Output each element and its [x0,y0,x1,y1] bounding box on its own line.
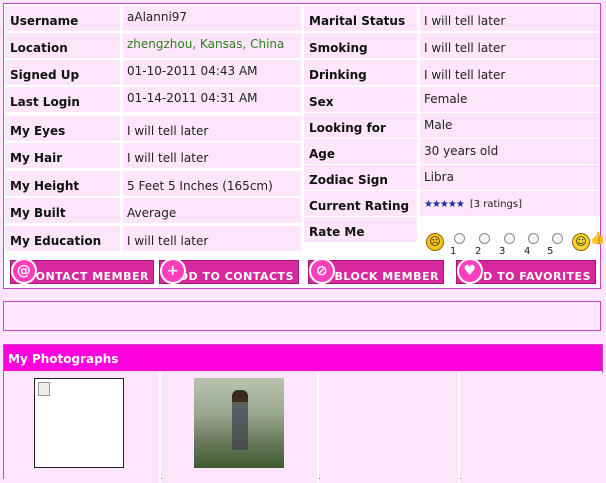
value-zodiac-sign: Libra [420,165,600,190]
rate-label-5: 5 [547,246,554,257]
rating-count: [3 ratings] [469,199,523,210]
value-marital-status: I will tell later [420,6,600,31]
label-sex: Sex [304,87,417,112]
value-hair: I will tell later [123,143,301,168]
label-hair: My Hair [5,143,120,168]
label-drinking: Drinking [304,60,417,85]
label-zodiac-sign: Zodiac Sign [304,165,417,190]
value-eyes: I will tell later [123,116,301,141]
block-member-button[interactable]: ⊘ BLOCK MEMBER [308,258,444,284]
label-marital-status: Marital Status [304,6,417,31]
label-signed-up: Signed Up [5,60,120,85]
block-icon: ⊘ [309,258,335,284]
rating-stars: ★★★★★ [424,199,465,210]
contact-member-button[interactable]: @ CONTACT MEMBER [10,258,154,284]
value-username: aAlanni97 [123,6,301,31]
label-username: Username [5,6,120,31]
label-looking-for: Looking for [304,113,417,138]
add-to-contacts-button[interactable]: + ADD TO CONTACTS [159,258,299,284]
rate-radio-2[interactable] [479,233,490,244]
label-smoking: Smoking [304,33,417,58]
label-last-login: Last Login [5,87,120,112]
value-age: 30 years old [420,139,600,164]
empty-panel [3,301,601,331]
photo-person [232,390,248,450]
label-height: My Height [5,171,120,196]
value-last-login: 01-14-2011 04:31 AM [123,87,301,112]
rate-label-2: 2 [475,246,482,257]
value-education: I will tell later [123,226,301,251]
photo-cell-3 [320,373,460,483]
rate-label-1: 1 [450,246,457,257]
photographs-header: My Photographs [4,345,602,371]
rate-radio-4[interactable] [528,233,539,244]
label-age: Age [304,139,417,164]
block-member-label: BLOCK MEMBER [334,270,439,283]
photo-cell-2 [162,373,319,483]
label-built: My Built [5,198,120,223]
photo-thumbnail[interactable] [194,378,284,468]
value-location: zhengzhou, Kansas, China [123,33,301,58]
broken-image-icon [38,382,50,396]
cool-face-icon: ☺ [572,233,590,251]
value-sex: Female [420,87,600,112]
add-to-contacts-label: ADD TO CONTACTS [169,270,294,283]
label-location: Location [5,33,120,58]
rate-radio-3[interactable] [504,233,515,244]
label-current-rating: Current Rating [304,191,417,216]
rate-label-4: 4 [524,246,531,257]
plus-icon: + [160,258,186,284]
rate-radio-5[interactable] [552,233,563,244]
label-eyes: My Eyes [5,116,120,141]
thumbs-up-icon: 👍 [590,231,605,245]
value-height: 5 Feet 5 Inches (165cm) [123,171,301,196]
at-sign-icon: @ [11,258,37,284]
label-education: My Education [5,226,120,251]
photo-cell-4 [461,373,604,483]
heart-icon: ♥ [457,258,483,284]
add-to-favorites-button[interactable]: ♥ ADD TO FAVORITES [456,258,596,284]
value-built: Average [123,198,301,223]
add-to-favorites-label: ADD TO FAVORITES [464,270,591,283]
value-signed-up: 01-10-2011 04:43 AM [123,60,301,85]
contact-member-label: CONTACT MEMBER [27,270,149,283]
value-smoking: I will tell later [420,33,600,58]
value-looking-for: Male [420,113,600,138]
sad-face-icon: ☹ [426,233,444,251]
label-rate-me: Rate Me [304,217,417,242]
rate-radio-1[interactable] [454,233,465,244]
rate-label-3: 3 [499,246,506,257]
profile-details-panel: Username aAlanni97 Location zhengzhou, K… [3,3,605,289]
photo-thumbnail-broken[interactable] [34,378,124,468]
value-current-rating: ★★★★★ [3 ratings] [420,191,600,216]
value-drinking: I will tell later [420,60,600,85]
photographs-panel: My Photographs [3,344,604,483]
photo-cell-1 [4,373,161,483]
